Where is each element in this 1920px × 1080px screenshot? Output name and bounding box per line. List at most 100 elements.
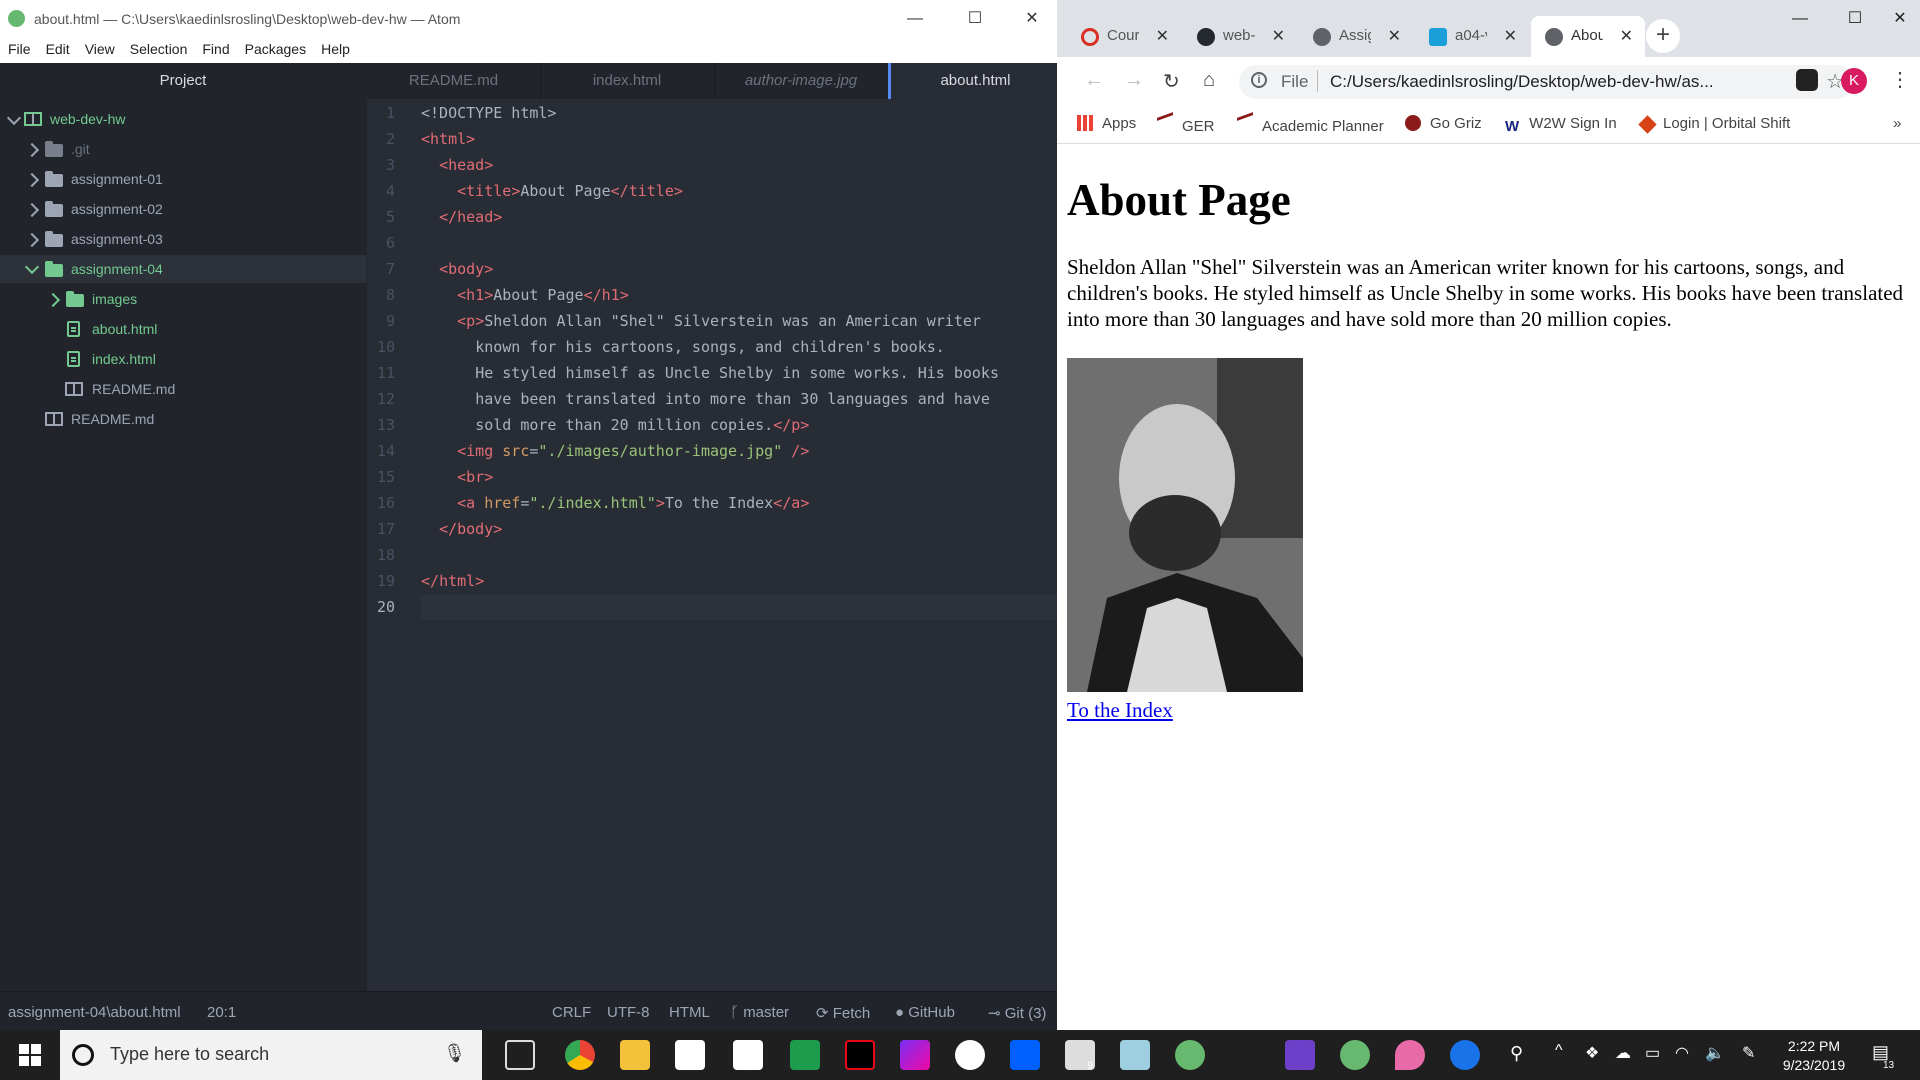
- amazon-icon[interactable]: [733, 1040, 763, 1070]
- code-line-4[interactable]: <title>About Page</title>: [421, 182, 683, 200]
- chrome-minimize-button[interactable]: —: [1775, 6, 1825, 32]
- code-line-7[interactable]: <body>: [421, 260, 493, 278]
- tree-item-assignment-03[interactable]: assignment-03: [0, 225, 366, 253]
- bookmark-orbital-shift[interactable]: Login | Orbital Shift: [1638, 115, 1790, 134]
- microphone-icon[interactable]: 🎙: [443, 1043, 466, 1064]
- status-fetch[interactable]: ⟳ Fetch: [816, 1004, 870, 1022]
- menu-edit[interactable]: Edit: [38, 38, 77, 57]
- info-icon[interactable]: i: [1251, 72, 1267, 88]
- onedrive-icon[interactable]: ☁: [1615, 1043, 1631, 1063]
- bookmark-w2w[interactable]: W W2W Sign In: [1505, 115, 1617, 135]
- file-explorer-icon[interactable]: [620, 1040, 650, 1070]
- code-line-14[interactable]: <img src="./images/author-image.jpg" />: [421, 442, 809, 460]
- close-tab-icon[interactable]: ✕: [1504, 26, 1517, 46]
- close-tab-icon[interactable]: ✕: [1388, 26, 1401, 46]
- bookmarks-overflow-icon[interactable]: »: [1893, 115, 1901, 132]
- menu-view[interactable]: View: [77, 38, 122, 57]
- chrome-tab-course[interactable]: Cour ✕: [1067, 16, 1181, 57]
- code-line-15[interactable]: <br>: [421, 468, 493, 486]
- menu-find[interactable]: Find: [194, 38, 236, 57]
- maximize-button[interactable]: ☐: [950, 6, 1000, 32]
- atom-taskbar-icon[interactable]: [1175, 1040, 1205, 1070]
- bookmark-go-griz[interactable]: Go Griz: [1405, 115, 1482, 132]
- reload-icon[interactable]: ↻: [1163, 69, 1180, 94]
- code-line-3[interactable]: <head>: [421, 156, 493, 174]
- atom-taskbar-icon-2[interactable]: [1340, 1040, 1370, 1070]
- chrome-tab-about[interactable]: Abou ✕: [1531, 16, 1645, 57]
- bookmark-apps[interactable]: Apps: [1077, 115, 1136, 132]
- tab-readme[interactable]: README.md: [367, 63, 541, 99]
- minimize-button[interactable]: —: [890, 6, 940, 32]
- close-tab-icon[interactable]: ✕: [1156, 26, 1169, 46]
- status-cursor-position[interactable]: 20:1: [207, 1004, 236, 1021]
- bookmark-academic-planner[interactable]: Academic Planner: [1237, 112, 1384, 137]
- code-line-13[interactable]: sold more than 20 million copies.</p>: [421, 416, 809, 434]
- status-grammar[interactable]: HTML: [669, 1004, 710, 1021]
- chrome-tab-a04[interactable]: a04-v ✕: [1415, 16, 1529, 57]
- address-bar[interactable]: i File C:/Users/kaedinlsrosling/Desktop/…: [1239, 65, 1854, 99]
- code-line-19[interactable]: </html>: [421, 572, 484, 590]
- help-icon[interactable]: [1450, 1040, 1480, 1070]
- code-line-12[interactable]: have been translated into more than 30 l…: [421, 390, 990, 408]
- status-github[interactable]: ● GitHub: [895, 1004, 955, 1021]
- tree-item-readme-inner[interactable]: README.md: [0, 375, 366, 403]
- tree-item-assignment-02[interactable]: assignment-02: [0, 195, 366, 223]
- code-line-2[interactable]: <html>: [421, 130, 475, 148]
- status-line-ending[interactable]: CRLF: [552, 1004, 591, 1021]
- dropbox-tray-icon[interactable]: ❖: [1585, 1043, 1599, 1063]
- forward-icon[interactable]: →: [1124, 69, 1144, 92]
- code-line-11[interactable]: He styled himself as Uncle Shelby in som…: [421, 364, 999, 382]
- battery-icon[interactable]: ▭: [1645, 1043, 1660, 1063]
- status-file-path[interactable]: assignment-04\about.html: [8, 1004, 181, 1021]
- back-icon[interactable]: ←: [1084, 69, 1104, 92]
- wifi-icon[interactable]: ◠: [1675, 1043, 1689, 1063]
- hulu-icon[interactable]: [790, 1040, 820, 1070]
- tree-item-assignment-01[interactable]: assignment-01: [0, 165, 366, 193]
- menu-selection[interactable]: Selection: [122, 38, 195, 57]
- tree-item-git[interactable]: .git: [0, 135, 366, 163]
- tree-item-about-html[interactable]: about.html: [0, 315, 366, 343]
- close-tab-icon[interactable]: ✕: [1620, 26, 1633, 46]
- tree-item-index-html[interactable]: index.html: [0, 345, 366, 373]
- menu-packages[interactable]: Packages: [237, 38, 313, 57]
- chrome-taskbar-icon[interactable]: [565, 1040, 595, 1070]
- taskbar-search-box[interactable]: Type here to search 🎙: [60, 1030, 482, 1080]
- menu-help[interactable]: Help: [313, 38, 357, 57]
- chrome-tab-assignment[interactable]: Assig ✕: [1299, 16, 1413, 57]
- tree-item-readme-root[interactable]: README.md: [0, 405, 366, 433]
- tab-author-image[interactable]: author-image.jpg: [714, 63, 889, 99]
- to-index-link[interactable]: To the Index: [1067, 698, 1173, 723]
- code-line-17[interactable]: </body>: [421, 520, 502, 538]
- tab-about-html[interactable]: about.html: [888, 63, 1061, 99]
- windows-start-icon[interactable]: [19, 1044, 41, 1066]
- maps-icon[interactable]: [1395, 1040, 1425, 1070]
- picsart-icon[interactable]: [900, 1040, 930, 1070]
- chrome-maximize-button[interactable]: ☐: [1830, 6, 1880, 32]
- status-git[interactable]: ⊸ Git (3): [988, 1004, 1046, 1022]
- extension-icon[interactable]: [1796, 69, 1818, 91]
- netflix-icon[interactable]: [845, 1040, 875, 1070]
- tree-item-assignment-04[interactable]: assignment-04: [0, 255, 366, 283]
- task-view-icon[interactable]: [505, 1040, 535, 1070]
- code-line-5[interactable]: </head>: [421, 208, 502, 226]
- tree-item-images[interactable]: images: [0, 285, 366, 313]
- code-line-10[interactable]: known for his cartoons, songs, and child…: [421, 338, 945, 356]
- chrome-close-button[interactable]: ✕: [1875, 6, 1920, 32]
- code-line-1[interactable]: <!DOCTYPE html>: [421, 104, 556, 122]
- close-button[interactable]: ✕: [1007, 6, 1057, 32]
- tab-index-html[interactable]: index.html: [540, 63, 715, 99]
- code-line-9[interactable]: <p>Sheldon Allan "Shel" Silverstein was …: [421, 312, 981, 330]
- code-line-16[interactable]: <a href="./index.html">To the Index</a>: [421, 494, 809, 512]
- chrome-tab-github[interactable]: web- ✕: [1183, 16, 1297, 57]
- new-tab-button[interactable]: +: [1646, 19, 1680, 53]
- itunes-icon[interactable]: [955, 1040, 985, 1070]
- menu-file[interactable]: File: [0, 38, 38, 57]
- tray-overflow-icon[interactable]: ^: [1555, 1042, 1563, 1060]
- volume-icon[interactable]: 🔈: [1705, 1043, 1725, 1063]
- tree-root[interactable]: web-dev-hw: [0, 105, 366, 133]
- status-branch[interactable]: ᚴ master: [730, 1004, 789, 1021]
- notepad-icon[interactable]: [1120, 1040, 1150, 1070]
- dropbox-icon[interactable]: [1010, 1040, 1040, 1070]
- pen-icon[interactable]: ✎: [1742, 1043, 1755, 1063]
- close-tab-icon[interactable]: ✕: [1272, 26, 1285, 46]
